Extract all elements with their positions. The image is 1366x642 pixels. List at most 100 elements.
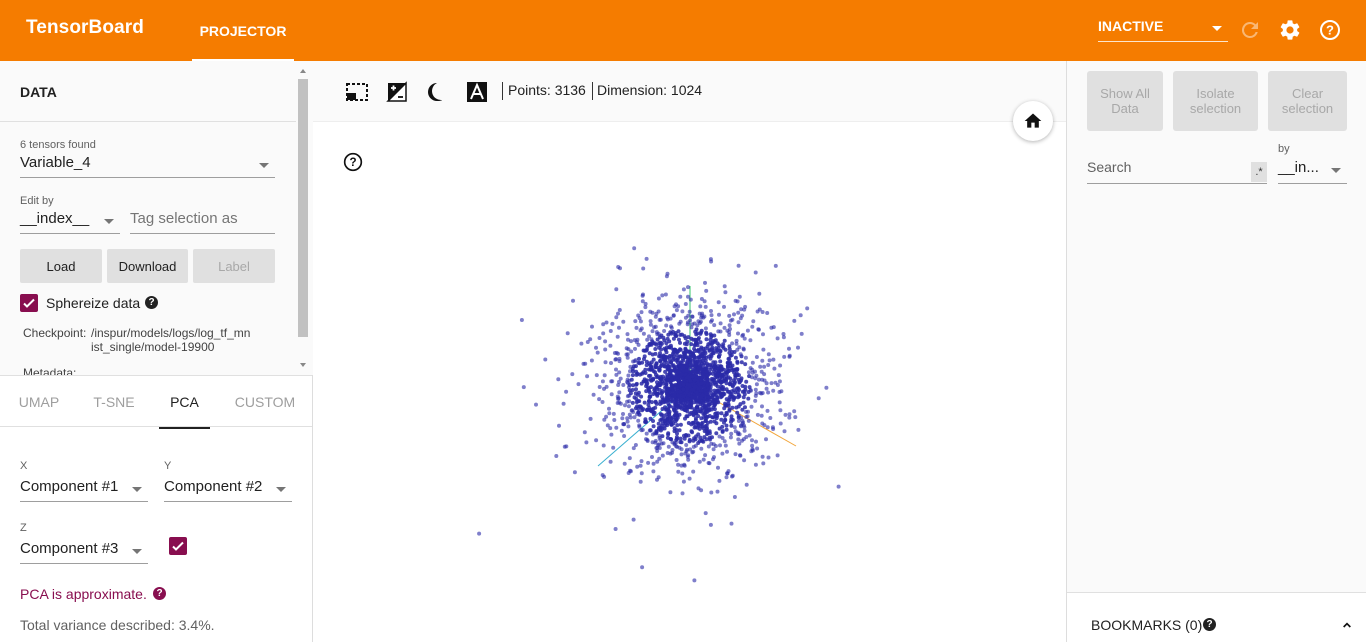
scatter-point: [747, 374, 752, 379]
scroll-down-icon[interactable]: [300, 363, 306, 367]
scrollbar-thumb[interactable]: [298, 79, 308, 337]
scatter-point: [521, 385, 526, 390]
scatter-point: [778, 421, 783, 426]
scatter-point: [672, 356, 677, 361]
scatter-point: [614, 425, 619, 430]
isolate-selection-button[interactable]: Isolate selection: [1173, 71, 1258, 131]
scatter-point: [633, 364, 638, 369]
scatter-point: [733, 373, 738, 378]
scatter-point: [694, 374, 699, 379]
z-component-select[interactable]: Component #3: [20, 540, 148, 564]
tab-pca[interactable]: PCA: [159, 376, 210, 429]
scatter-point: [653, 314, 658, 319]
scatter-point: [655, 445, 660, 450]
tensor-select[interactable]: Variable_4: [20, 154, 275, 178]
scatter-point: [735, 360, 740, 365]
refresh-icon[interactable]: [1238, 18, 1262, 42]
regex-toggle[interactable]: .*: [1251, 162, 1267, 182]
gear-icon[interactable]: [1278, 18, 1302, 42]
edit-by-select[interactable]: __index__: [20, 210, 120, 234]
scatter-point: [659, 364, 664, 368]
scatter-point: [727, 323, 732, 328]
scatter-point: [616, 396, 621, 401]
tab-umap[interactable]: UMAP: [0, 376, 78, 428]
scatter-point: [633, 346, 637, 351]
scatter-point: [720, 451, 725, 456]
scatter-point: [708, 362, 713, 367]
select-icon[interactable]: [345, 80, 369, 104]
scatter-point: [723, 290, 728, 295]
night-mode-icon[interactable]: [385, 80, 409, 104]
help-icon[interactable]: ?: [153, 587, 166, 600]
scroll-up-icon[interactable]: [300, 69, 306, 73]
search-by-select[interactable]: __in...: [1278, 159, 1347, 184]
scatter-point: [615, 334, 620, 339]
scatter-point: [603, 347, 608, 352]
scatter-point: [709, 333, 714, 338]
scatter-point: [660, 293, 665, 298]
scatter-point: [707, 397, 712, 402]
scatter-point: [609, 379, 614, 384]
scatter-point: [633, 406, 638, 411]
show-all-data-button[interactable]: Show All Data: [1087, 71, 1163, 131]
scatter-point: [698, 340, 703, 345]
scatter-point: [688, 297, 693, 302]
scatter-point: [685, 397, 690, 401]
label-icon[interactable]: [465, 80, 489, 104]
scatter-point: [805, 306, 810, 311]
scatter-point: [711, 360, 716, 365]
bookmarks-label: BOOKMARKS (0): [1091, 617, 1203, 633]
scatter-point: [679, 447, 684, 452]
by-label: by: [1278, 143, 1290, 155]
scatter-point: [799, 331, 804, 336]
help-icon[interactable]: ?: [1318, 18, 1342, 42]
download-button[interactable]: Download: [107, 249, 188, 283]
scatter-point: [728, 353, 733, 358]
scatter-point: [638, 463, 643, 468]
label-button[interactable]: Label: [193, 249, 275, 283]
run-select[interactable]: INACTIVE: [1098, 18, 1228, 42]
load-button[interactable]: Load: [20, 249, 102, 283]
scatter-point: [648, 394, 653, 399]
scatter-point: [685, 364, 690, 369]
tab-tsne[interactable]: T-SNE: [78, 376, 150, 428]
contrast-icon[interactable]: [425, 80, 449, 104]
search-input[interactable]: Search: [1087, 159, 1267, 184]
sphereize-checkbox[interactable]: [20, 294, 38, 312]
help-icon[interactable]: ?: [145, 296, 158, 309]
y-component-select[interactable]: Component #2: [164, 478, 292, 502]
scatter-point: [733, 298, 738, 303]
scatter-point: [556, 377, 561, 382]
scatter-point: [654, 330, 659, 335]
scatter-point: [678, 422, 683, 427]
bookmarks-panel[interactable]: BOOKMARKS (0) ?: [1067, 592, 1366, 642]
scatter-point: [676, 304, 681, 309]
scatter-point: [703, 326, 708, 331]
scatter-point: [714, 416, 719, 421]
scatter-point: [671, 313, 676, 318]
scrollbar[interactable]: [296, 69, 310, 369]
tag-selection-input[interactable]: Tag selection as: [130, 210, 275, 234]
help-icon[interactable]: ?: [1203, 618, 1216, 631]
scatter-point: [619, 428, 624, 433]
scatter-plot[interactable]: [313, 122, 1066, 642]
scatter-point: [719, 379, 724, 384]
z-axis-label: Z: [20, 522, 27, 534]
scatter-point: [713, 371, 718, 375]
tab-custom[interactable]: CUSTOM: [225, 376, 305, 428]
scatter-point: [760, 404, 764, 409]
scatter-point: [757, 291, 762, 296]
scatter-point: [713, 444, 718, 448]
scatter-point: [693, 425, 698, 429]
scatter-point: [709, 309, 713, 313]
tab-projector[interactable]: PROJECTOR: [192, 0, 294, 61]
z-enabled-checkbox[interactable]: [169, 537, 187, 555]
chevron-up-icon[interactable]: [1339, 617, 1355, 633]
scatter-point: [753, 387, 758, 392]
clear-selection-button[interactable]: Clear selection: [1268, 71, 1347, 131]
scatter-point: [664, 274, 669, 279]
scatter-point: [617, 390, 622, 395]
x-component-select[interactable]: Component #1: [20, 478, 148, 502]
scatter-point: [758, 364, 763, 369]
scatter-point: [674, 435, 679, 440]
